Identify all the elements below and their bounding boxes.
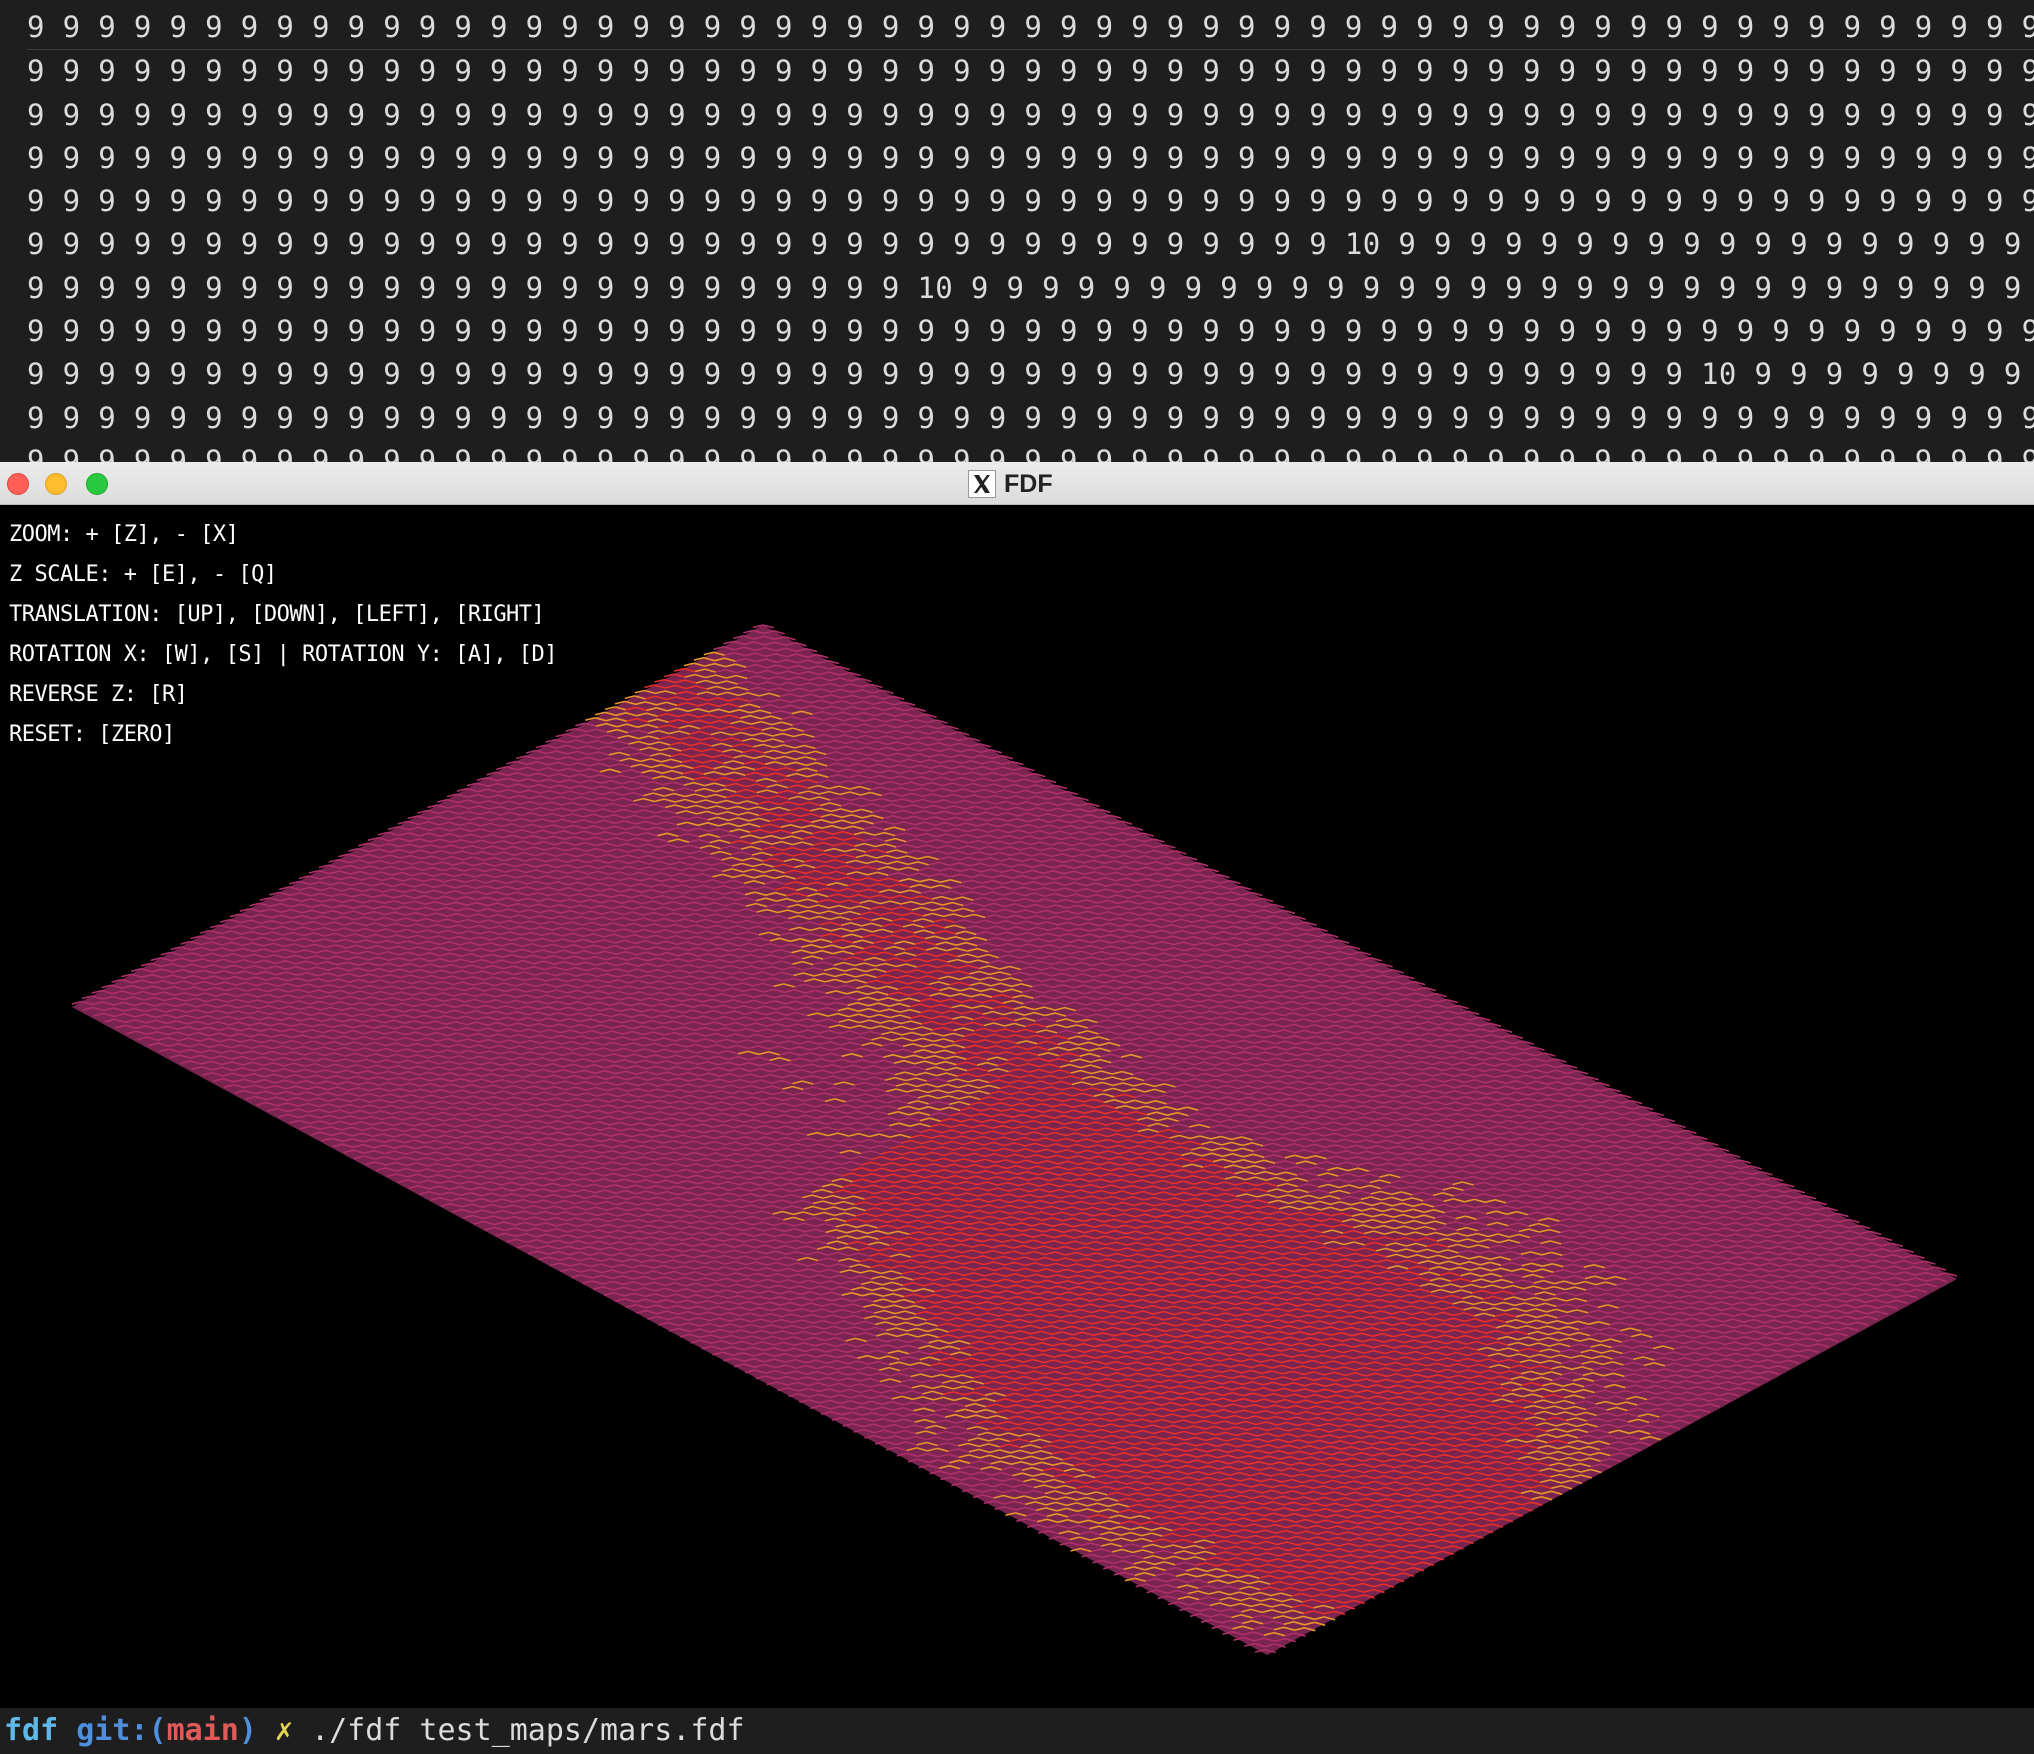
fdf-window[interactable]: FDF ZOOM: + [Z], - [X] Z SCALE: + [E], -… — [0, 462, 2034, 1708]
maximize-button[interactable] — [86, 473, 108, 495]
controls-help: ZOOM: + [Z], - [X] Z SCALE: + [E], - [Q]… — [9, 515, 558, 755]
help-rotation: ROTATION X: [W], [S] | ROTATION Y: [A], … — [9, 642, 558, 667]
help-reverse: REVERSE Z: [R] — [9, 682, 188, 707]
fdf-canvas[interactable]: ZOOM: + [Z], - [X] Z SCALE: + [E], - [Q]… — [0, 505, 2034, 1708]
help-reset: RESET: [ZERO] — [9, 722, 175, 747]
terminal-line: 9 9 9 9 9 9 9 9 9 9 9 9 9 9 9 9 9 9 9 9 … — [27, 357, 2034, 392]
prompt-command[interactable]: ./fdf test_maps/mars.fdf — [311, 1713, 744, 1748]
minimize-button[interactable] — [45, 473, 67, 495]
x11-icon — [968, 470, 996, 498]
terminal-line: 9 9 9 9 9 9 9 9 9 9 9 9 9 9 9 9 9 9 9 9 … — [27, 270, 2034, 305]
terminal-line: 9 9 9 9 9 9 9 9 9 9 9 9 9 9 9 9 9 9 9 9 … — [27, 227, 2034, 262]
terminal-line: 9 9 9 9 9 9 9 9 9 9 9 9 9 9 9 9 9 9 9 9 … — [27, 54, 2034, 89]
dirty-mark-icon: ✗ — [274, 1713, 293, 1748]
terminal-line: 9 9 9 9 9 9 9 9 9 9 9 9 9 9 9 9 9 9 9 9 … — [27, 6, 2034, 51]
shell-prompt[interactable]: fdf git:(main) ✗ ./fdf test_maps/mars.fd… — [0, 1708, 2034, 1754]
terminal-line: 9 9 9 9 9 9 9 9 9 9 9 9 9 9 9 9 9 9 9 9 … — [27, 400, 2034, 435]
terminal-line: 9 9 9 9 9 9 9 9 9 9 9 9 9 9 9 9 9 9 9 9 … — [27, 97, 2034, 132]
prompt-dir: fdf — [4, 1713, 59, 1748]
window-titlebar[interactable]: FDF — [0, 462, 2034, 505]
terminal-line: 9 9 9 9 9 9 9 9 9 9 9 9 9 9 9 9 9 9 9 9 … — [27, 140, 2034, 175]
window-title: FDF — [1004, 469, 1053, 498]
prompt-git-close: ) — [238, 1713, 257, 1748]
help-zoom: ZOOM: + [Z], - [X] — [9, 522, 239, 547]
terminal-output: 9 9 9 9 9 9 9 9 9 9 9 9 9 9 9 9 9 9 9 9 … — [27, 6, 2034, 483]
prompt-branch: main — [166, 1713, 239, 1748]
help-translation: TRANSLATION: [UP], [DOWN], [LEFT], [RIGH… — [9, 602, 545, 627]
terminal-line: 9 9 9 9 9 9 9 9 9 9 9 9 9 9 9 9 9 9 9 9 … — [27, 314, 2034, 349]
close-button[interactable] — [7, 473, 29, 495]
terminal-line: 9 9 9 9 9 9 9 9 9 9 9 9 9 9 9 9 9 9 9 9 … — [27, 184, 2034, 219]
help-zscale: Z SCALE: + [E], - [Q] — [9, 562, 277, 587]
window-title-group: FDF — [968, 469, 1053, 499]
prompt-git-label: git:( — [76, 1713, 167, 1748]
